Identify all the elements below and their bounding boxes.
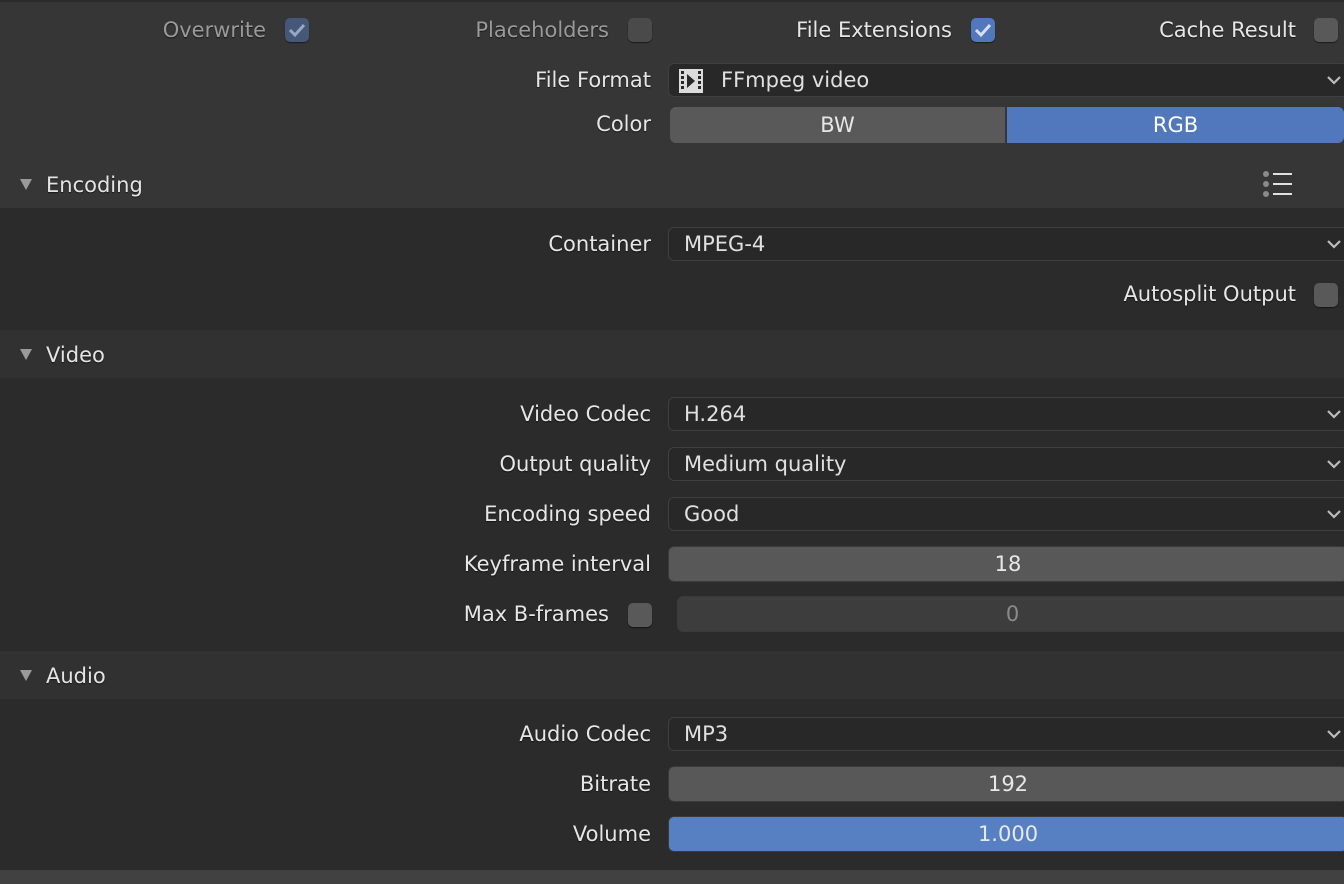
- color-rgb-button[interactable]: RGB: [1007, 107, 1344, 143]
- checkmark-icon: [288, 23, 306, 38]
- file-extensions-checkbox[interactable]: [971, 18, 995, 42]
- collapse-triangle-icon: [20, 179, 32, 190]
- file-extensions-label: File Extensions: [796, 18, 952, 42]
- volume-label: Volume: [572, 822, 651, 846]
- encoding-speed-label: Encoding speed: [484, 502, 651, 526]
- video-codec-label: Video Codec: [520, 402, 651, 426]
- output-quality-value: Medium quality: [684, 452, 847, 476]
- volume-slider[interactable]: 1.000: [668, 816, 1344, 852]
- list-icon[interactable]: [1262, 170, 1294, 198]
- container-value: MPEG-4: [684, 232, 766, 256]
- placeholders-label: Placeholders: [475, 18, 609, 42]
- overwrite-checkbox[interactable]: [285, 18, 309, 42]
- audio-codec-dropdown[interactable]: MP3: [668, 717, 1344, 751]
- checkmark-icon: [974, 23, 992, 38]
- encoding-title: Encoding: [46, 173, 143, 197]
- file-format-label: File Format: [535, 68, 651, 92]
- file-format-dropdown[interactable]: FFmpeg video: [668, 63, 1344, 97]
- keyframe-interval-label: Keyframe interval: [463, 552, 651, 576]
- chevron-down-icon: [1327, 510, 1341, 519]
- overwrite-label: Overwrite: [162, 18, 266, 42]
- encoding-section-header[interactable]: Encoding: [0, 160, 1344, 208]
- video-title: Video: [46, 343, 105, 367]
- max-bframes-label: Max B-frames: [463, 602, 609, 626]
- bitrate-field[interactable]: 192: [668, 766, 1344, 802]
- video-section-header[interactable]: Video: [0, 330, 1344, 378]
- audio-section-header[interactable]: Audio: [0, 651, 1344, 699]
- chevron-down-icon: [1327, 730, 1341, 739]
- encoding-speed-dropdown[interactable]: Good: [668, 497, 1344, 531]
- output-quality-label: Output quality: [499, 452, 651, 476]
- audio-codec-label: Audio Codec: [519, 722, 651, 746]
- next-panel-header: [0, 870, 1344, 884]
- encoding-speed-value: Good: [684, 502, 740, 526]
- max-bframes-checkbox[interactable]: [628, 603, 652, 627]
- file-format-value: FFmpeg video: [721, 68, 870, 92]
- chevron-down-icon: [1327, 240, 1341, 249]
- video-codec-dropdown[interactable]: H.264: [668, 397, 1344, 431]
- chevron-down-icon: [1327, 410, 1341, 419]
- max-bframes-field[interactable]: 0: [677, 596, 1344, 632]
- collapse-triangle-icon: [20, 670, 32, 681]
- bitrate-label: Bitrate: [579, 772, 651, 796]
- audio-title: Audio: [46, 664, 106, 688]
- container-dropdown[interactable]: MPEG-4: [668, 227, 1344, 261]
- audio-codec-value: MP3: [684, 722, 729, 746]
- autosplit-checkbox[interactable]: [1314, 283, 1338, 307]
- placeholders-checkbox[interactable]: [628, 18, 652, 42]
- collapse-triangle-icon: [20, 349, 32, 360]
- color-bw-button[interactable]: BW: [670, 107, 1005, 143]
- keyframe-interval-field[interactable]: 18: [668, 546, 1344, 582]
- color-label: Color: [596, 112, 651, 136]
- cache-result-checkbox[interactable]: [1314, 18, 1338, 42]
- chevron-down-icon: [1327, 460, 1341, 469]
- chevron-down-icon: [1327, 76, 1341, 85]
- container-label: Container: [548, 232, 651, 256]
- autosplit-label: Autosplit Output: [1123, 282, 1296, 306]
- video-codec-value: H.264: [684, 402, 747, 426]
- film-icon: [679, 69, 703, 93]
- output-quality-dropdown[interactable]: Medium quality: [668, 447, 1344, 481]
- cache-result-label: Cache Result: [1159, 18, 1296, 42]
